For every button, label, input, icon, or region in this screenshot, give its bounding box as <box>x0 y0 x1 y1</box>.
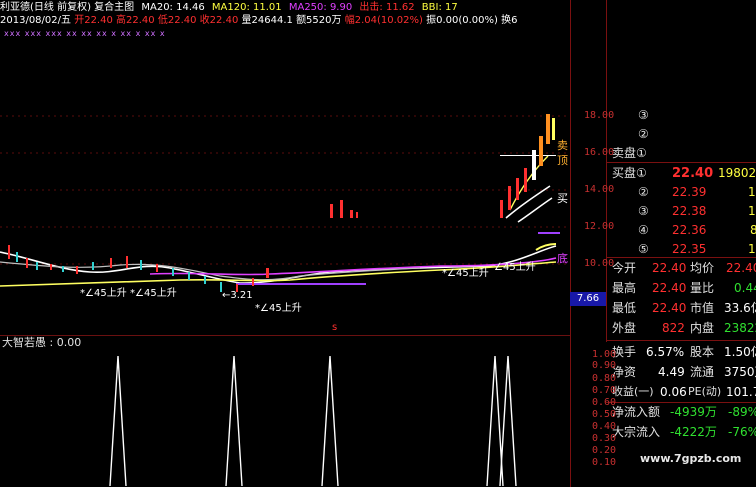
stats2-divider <box>606 340 756 341</box>
ind-tick: 0.80 <box>592 373 617 384</box>
stat-value: 22.40 <box>652 281 687 295</box>
top-signal-label: 顶 <box>557 154 568 167</box>
sell-row-label: ② <box>638 127 649 141</box>
sell-row-label: 卖盘① <box>612 146 647 160</box>
stat-label: 量比 <box>690 281 715 295</box>
flow-row-net: 净流入额 -4939万 -89% <box>612 402 756 422</box>
stat-label: 今开 <box>612 261 637 275</box>
sell-signal-label: 卖 <box>557 139 568 152</box>
angle-label-1: *∠45上升 <box>80 288 127 299</box>
indicator-chart[interactable] <box>0 336 570 487</box>
stat-row-eps: 收益(一) 0.06 PE(动) 101.7 <box>612 382 756 402</box>
stat-row-low: 最低 22.40 市值 33.6亿 <box>612 298 756 318</box>
stat-row-turnover: 换手 6.57% 股本 1.50亿 <box>612 342 756 362</box>
buy-row-label: 买盘① <box>612 166 647 180</box>
buy-row-1: 买盘① 22.40 19802 <box>612 164 756 183</box>
buy-row-price: 22.39 <box>672 185 707 199</box>
buy-row-volume: 14 <box>748 204 756 218</box>
flow-row-block: 大宗流入 -4222万 -76% <box>612 422 756 442</box>
candlestick-chart[interactable] <box>0 0 570 335</box>
ind-tick: 0.60 <box>592 397 617 408</box>
buy-row-price: 22.36 <box>672 223 707 237</box>
buy-row-volume: 8 <box>750 223 756 237</box>
price-axis-line <box>570 0 571 487</box>
stat-row-nav: 净资 4.49 流通 3750万 <box>612 362 756 382</box>
current-price-box: 7.66 <box>570 292 606 306</box>
flow-pct: -89% <box>728 405 756 419</box>
stat-label: 最低 <box>612 301 637 315</box>
buy-row-3: ③ 22.38 14 <box>612 202 756 221</box>
sell-row-label: ③ <box>638 108 649 122</box>
angle-label-2: *∠45上升 <box>130 288 177 299</box>
stat-label: 市值 <box>690 301 715 315</box>
stat-value: 101.7 <box>726 385 756 399</box>
angle-label-5: ∠45上升 <box>494 262 536 273</box>
flow-label: 净流入额 <box>612 405 661 419</box>
flow-pct: -76% <box>728 425 756 439</box>
stat-value: 22.40 <box>652 301 687 315</box>
ind-tick: 0.10 <box>592 457 617 468</box>
buy-row-label: ② <box>638 185 649 199</box>
stat-label: 股本 <box>690 345 715 359</box>
ind-tick: 0.40 <box>592 421 617 432</box>
buy-row-label: ③ <box>638 204 649 218</box>
stat-label: 最高 <box>612 281 637 295</box>
site-watermark: www.7gpzb.com <box>640 452 742 465</box>
angle-label-4: *∠45上升 <box>442 268 489 279</box>
ind-tick: 0.50 <box>592 409 617 420</box>
flow-label: 大宗流入 <box>612 425 661 439</box>
bottom-signal-label: 底 <box>557 252 568 265</box>
stat-row-high: 最高 22.40 量比 0.44 <box>612 278 756 298</box>
flow-value: -4222万 <box>670 425 717 439</box>
stat-value: 23822 <box>724 321 756 335</box>
stat-value: 0.44 <box>734 281 756 295</box>
stat-value: 22.40 <box>652 261 687 275</box>
stat-value: 22.40 <box>726 261 756 275</box>
sell-row-3: ③ <box>612 106 756 125</box>
stat-value: 33.6亿 <box>724 301 756 315</box>
ind-tick: 0.30 <box>592 433 617 444</box>
ind-tick: 0.90 <box>592 360 617 371</box>
ind-tick: 0.20 <box>592 445 617 456</box>
stat-row-open: 今开 22.40 均价 22.40 <box>612 258 756 278</box>
ind-tick: 1.00 <box>592 349 617 360</box>
buy-row-price: 22.40 <box>672 166 714 181</box>
stat-value: 6.57% <box>646 345 685 359</box>
buy-row-volume: 11 <box>748 185 756 199</box>
stat-value: 4.49 <box>658 365 685 379</box>
stat-label: 外盘 <box>612 321 637 335</box>
sell-row-2: ② <box>612 125 756 144</box>
book-divider <box>606 162 756 163</box>
buy-row-volume: 19802 <box>718 166 756 180</box>
stat-label: 流通 <box>690 365 715 379</box>
buy-row-2: ② 22.39 11 <box>612 183 756 202</box>
buy-row-4: ④ 22.36 8 <box>612 221 756 240</box>
ind-tick: 0.70 <box>592 385 617 396</box>
buy-signal-label: 买 <box>557 192 568 205</box>
s-marker: s <box>332 322 338 333</box>
buy-row-price: 22.38 <box>672 204 707 218</box>
stat-label: 内盘 <box>690 321 715 335</box>
buy-row-label: ④ <box>638 223 649 237</box>
stat-value: 0.06 <box>660 385 687 399</box>
stat-label: 收益(一) <box>612 385 654 398</box>
stat-label: 均价 <box>690 261 715 275</box>
sell-row-1: 卖盘① <box>612 144 756 163</box>
stat-value: 1.50亿 <box>724 345 756 359</box>
low-marker: ←3.21 <box>222 290 253 301</box>
stat-value: 3750万 <box>724 365 756 379</box>
stat-value: 822 <box>662 321 685 335</box>
stat-label: PE(动) <box>688 385 722 398</box>
stat-row-outer: 外盘 822 内盘 23822 <box>612 318 756 338</box>
angle-label-3: *∠45上升 <box>255 303 302 314</box>
flow-value: -4939万 <box>670 405 717 419</box>
